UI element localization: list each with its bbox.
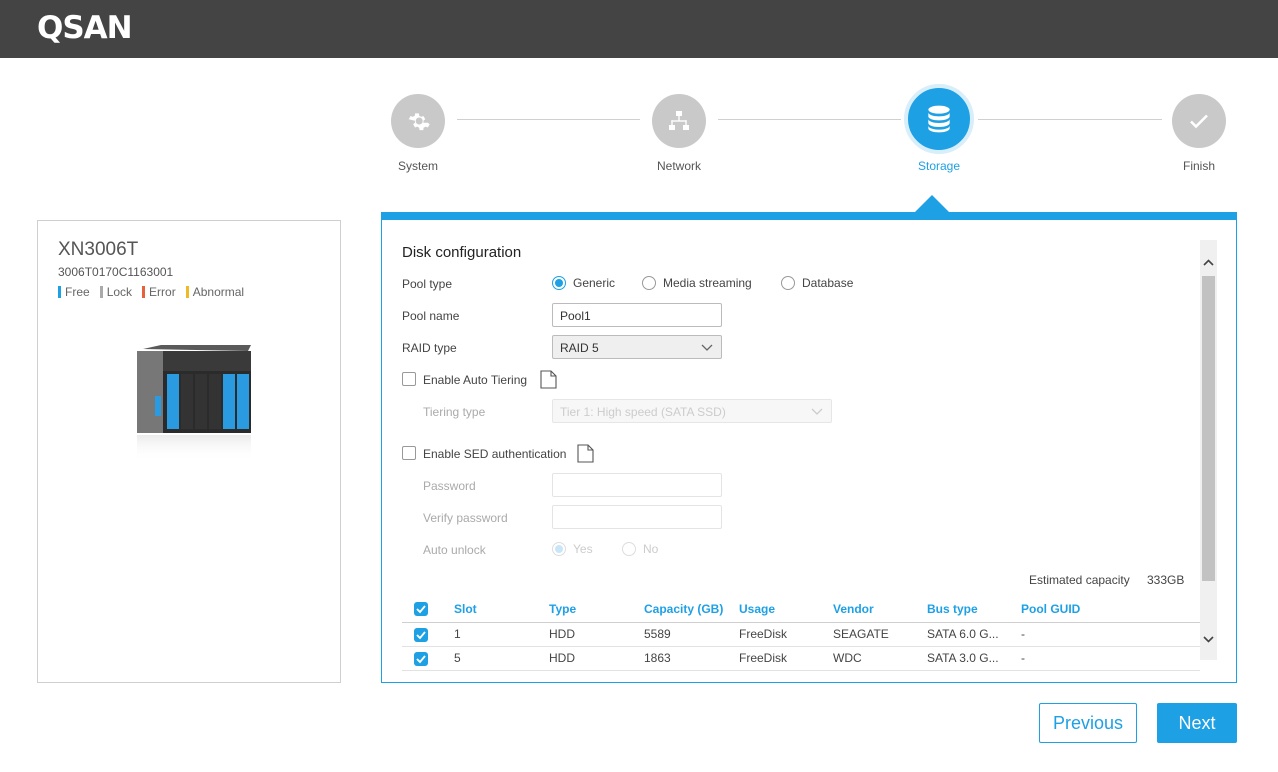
col-type[interactable]: Type [549,596,644,623]
table-row[interactable]: 5 HDD 1863 FreeDisk WDC SATA 3.0 G... - [402,646,1200,671]
legend-lock: Lock [99,285,132,299]
cell-guid: - [1021,622,1200,647]
select-all-cell [402,596,432,623]
table-header-row: Slot Type Capacity (GB) Usage Vendor Bus… [402,596,1200,623]
cell-slot: 5 [432,646,549,671]
legend-error: Error [142,285,176,299]
cell-usage: FreeDisk [739,622,833,647]
tiering-type-select[interactable]: Tier 1: High speed (SATA SSD) [552,399,832,423]
raid-type-label: RAID type [402,341,457,355]
verify-password-label: Verify password [423,511,508,525]
step-connector [718,119,901,120]
col-vendor[interactable]: Vendor [833,596,927,623]
radio-database[interactable]: Database [781,276,853,290]
chevron-down-icon [811,408,823,415]
disk-configuration-panel: Disk configuration Pool type Generic Med… [381,220,1237,683]
panel-accent-bar [381,212,1237,220]
pool-name-input[interactable]: Pool1 [552,303,722,327]
password-label: Password [423,479,476,493]
radio-button[interactable] [622,542,636,556]
active-step-pointer [914,195,950,213]
previous-button[interactable]: Previous [1039,703,1137,743]
col-pool-guid[interactable]: Pool GUID [1021,596,1200,623]
pool-name-label: Pool name [402,309,460,323]
tiering-type-label: Tiering type [423,405,486,419]
database-icon [904,84,974,154]
disk-status-legend: Free Lock Error Abnormal [58,285,244,299]
step-network[interactable]: Network [634,94,724,173]
disk-table: Slot Type Capacity (GB) Usage Vendor Bus… [402,596,1200,671]
step-label: Storage [917,159,961,173]
network-icon [652,94,706,148]
step-label: Network [656,159,701,173]
select-all-checkbox[interactable] [414,602,428,616]
step-finish[interactable]: Finish [1154,94,1244,173]
row-checkbox[interactable] [414,627,428,642]
step-storage[interactable]: Storage [894,84,984,173]
radio-media-streaming[interactable]: Media streaming [642,276,752,290]
radio-auto-unlock-no[interactable]: No [622,542,658,556]
sed-auth-label: Enable SED authentication [423,447,567,461]
radio-button[interactable] [642,276,656,290]
check-icon [1172,94,1226,148]
scroll-down-icon[interactable] [1202,633,1215,646]
estimated-capacity-value: 333GB [1147,573,1185,587]
device-serial: 3006T0170C1163001 [58,265,174,279]
form-title: Disk configuration [402,244,522,261]
top-bar: QSAN [0,0,1278,58]
step-connector [457,119,640,120]
row-check-cell [402,622,432,647]
auto-tiering-label: Enable Auto Tiering [423,373,528,387]
estimated-capacity-label: Estimated capacity [1029,573,1130,587]
cell-capacity: 5589 [644,622,739,647]
chevron-down-icon [701,344,713,351]
cell-type: HDD [549,646,644,671]
step-system[interactable]: System [373,94,463,173]
legend-free: Free [58,285,90,299]
col-usage[interactable]: Usage [739,596,833,623]
radio-button[interactable] [552,542,566,556]
next-button[interactable]: Next [1157,703,1237,743]
step-label: Finish [1182,159,1215,173]
scrollbar-thumb[interactable] [1202,276,1215,581]
radio-generic[interactable]: Generic [552,276,615,290]
cell-vendor: SEAGATE [833,622,927,647]
radio-button[interactable] [781,276,795,290]
col-capacity[interactable]: Capacity (GB) [644,596,739,623]
device-panel: XN3006T 3006T0170C1163001 Free Lock Erro… [37,220,341,683]
cell-capacity: 1863 [644,646,739,671]
cell-slot: 1 [432,622,549,647]
document-icon[interactable] [577,444,594,463]
step-label: System [397,159,438,173]
col-slot[interactable]: Slot [432,596,549,623]
password-input[interactable] [552,473,722,497]
auto-unlock-label: Auto unlock [423,543,486,557]
pool-type-label: Pool type [402,277,453,291]
sed-auth-checkbox[interactable] [402,446,416,460]
raid-type-select[interactable]: RAID 5 [552,335,722,359]
cell-guid: - [1021,646,1200,671]
qsan-logo: QSAN [37,10,133,46]
col-bus-type[interactable]: Bus type [927,596,1021,623]
step-connector [978,119,1162,120]
table-row[interactable]: 1 HDD 5589 FreeDisk SEAGATE SATA 6.0 G..… [402,622,1200,647]
radio-auto-unlock-yes[interactable]: Yes [552,542,593,556]
device-model: XN3006T [58,239,139,260]
cell-type: HDD [549,622,644,647]
cell-bus: SATA 6.0 G... [927,622,1021,647]
cell-usage: FreeDisk [739,646,833,671]
scroll-up-icon[interactable] [1202,256,1215,269]
document-icon[interactable] [540,370,557,389]
verify-password-input[interactable] [552,505,722,529]
cell-vendor: WDC [833,646,927,671]
legend-abnormal: Abnormal [185,285,244,299]
radio-button[interactable] [552,276,566,290]
auto-tiering-checkbox[interactable] [402,372,416,386]
cell-bus: SATA 3.0 G... [927,646,1021,671]
row-check-cell [402,646,432,671]
gear-icon [391,94,445,148]
nas-device-image [137,345,251,461]
row-checkbox[interactable] [414,651,428,666]
